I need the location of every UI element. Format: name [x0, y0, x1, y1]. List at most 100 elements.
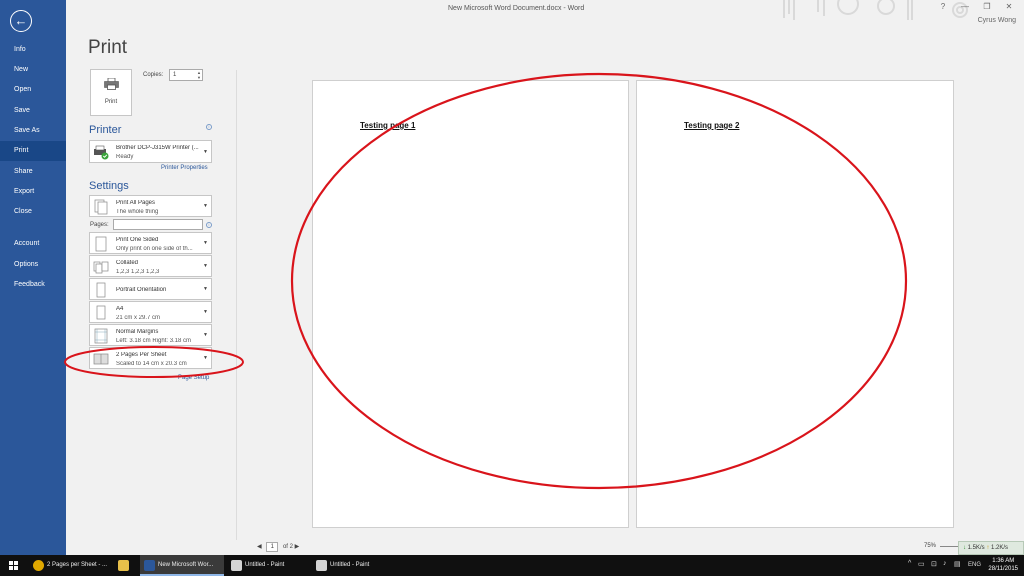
previous-page-icon[interactable]: ◀	[257, 544, 262, 550]
spin-arrows-icon[interactable]: ▲ ▼	[197, 70, 201, 80]
taskbar-item-word[interactable]: New Microsoft Wor...	[140, 555, 224, 576]
nav-item-share[interactable]: Share	[0, 162, 66, 182]
nav-item-export[interactable]: Export	[0, 182, 66, 202]
file-explorer-icon	[118, 560, 129, 571]
battery-icon[interactable]: ▭	[918, 560, 925, 568]
back-arrow-icon[interactable]: ←	[10, 10, 32, 32]
info-icon[interactable]: i	[206, 222, 212, 228]
print-range-select[interactable]: Print All Pages The whole thing ▼	[89, 195, 212, 217]
print-range-label: Print All Pages	[116, 200, 156, 206]
copies-stepper[interactable]: 1 ▲ ▼	[169, 69, 203, 81]
taskbar-item-label: Untitled - Paint	[330, 562, 370, 568]
window-title: New Microsoft Word Document.docx - Word	[448, 5, 585, 12]
clock-date: 28/11/2015	[988, 566, 1018, 572]
pages-per-sheet-select[interactable]: 2 Pages Per Sheet Scaled to 14 cm x 20.3…	[89, 347, 212, 369]
pages-label: Pages:	[90, 222, 109, 228]
input-language[interactable]: ENG	[968, 562, 981, 568]
volume-icon[interactable]: ♪	[943, 560, 947, 567]
printer-select[interactable]: Brother DCP-J315W Printer (... Ready ▼	[89, 140, 212, 163]
close-icon[interactable]: ✕	[998, 2, 1020, 11]
taskbar-item-label: 2 Pages per Sheet - ...	[47, 562, 108, 568]
account-name[interactable]: Cyrus Wong	[978, 17, 1016, 24]
printer-section-title: Printer	[89, 124, 122, 136]
download-arrow-icon: ↓	[963, 545, 966, 551]
minimize-icon[interactable]: —	[954, 2, 976, 11]
page-setup-link[interactable]: Page Setup	[178, 375, 209, 381]
chrome-icon	[33, 560, 44, 571]
printer-ready-icon	[94, 145, 109, 160]
nav-item-open[interactable]: Open	[0, 80, 66, 100]
download-speed: 1.5K/s	[967, 545, 985, 551]
print-button[interactable]: Print	[90, 69, 132, 116]
restore-icon[interactable]: ❐	[976, 2, 998, 11]
nav-item-options[interactable]: Options	[0, 255, 66, 275]
panel-divider	[236, 70, 237, 540]
chevron-down-icon: ▼	[203, 332, 208, 338]
copies-value: 1	[173, 72, 177, 78]
preview-page-2: Testing page 2	[636, 80, 954, 528]
zoom-slider[interactable]	[940, 546, 960, 547]
settings-section-title: Settings	[89, 180, 129, 192]
chevron-down-icon: ▼	[203, 240, 208, 246]
collation-label: Collated	[116, 260, 139, 266]
current-page-input[interactable]: 1	[266, 542, 279, 552]
taskbar-clock[interactable]: 1:36 AM 28/11/2015	[988, 557, 1018, 573]
windows-start-icon[interactable]	[9, 561, 18, 570]
page-count: of 2	[282, 544, 293, 550]
margins-label: Normal Margins	[116, 329, 159, 335]
taskbar-item-file-explorer[interactable]	[114, 555, 138, 576]
action-center-icon[interactable]: ▤	[954, 560, 961, 568]
taskbar-item-label: Untitled - Paint	[245, 562, 285, 568]
nav-item-save[interactable]: Save	[0, 101, 66, 121]
pages-per-sheet-icon	[93, 353, 109, 365]
chevron-down-icon: ▼	[203, 203, 208, 209]
paper-size-select[interactable]: A4 21 cm x 29.7 cm ▼	[89, 301, 212, 323]
pages-input[interactable]	[113, 219, 203, 230]
nav-item-print[interactable]: Print	[0, 141, 66, 161]
help-icon[interactable]: ?	[932, 2, 954, 11]
info-icon[interactable]: i	[206, 124, 212, 130]
word-icon	[144, 560, 155, 571]
paint-icon	[316, 560, 327, 571]
collation-desc: 1,2,3 1,2,3 1,2,3	[116, 269, 160, 275]
word-print-backstage: ← Info New Open Save Save As Print Share…	[0, 0, 1024, 555]
taskbar-item-paint-2[interactable]: Untitled - Paint	[312, 555, 396, 576]
orientation-select[interactable]: Portrait Orientation ▼	[89, 278, 212, 300]
tray-expand-icon[interactable]: ^	[908, 560, 911, 567]
sides-desc: Only print on one side of th...	[116, 246, 193, 252]
network-icon[interactable]: ⊡	[931, 560, 937, 568]
printer-properties-link[interactable]: Printer Properties	[161, 165, 208, 171]
clock-time: 1:36 AM	[992, 558, 1015, 564]
chevron-down-icon: ▼	[203, 148, 208, 155]
paper-size-desc: 21 cm x 29.7 cm	[116, 315, 161, 321]
print-range-desc: The whole thing	[116, 209, 159, 215]
nav-item-close[interactable]: Close	[0, 202, 66, 222]
taskbar: 2 Pages per Sheet - ... New Microsoft Wo…	[0, 555, 1024, 576]
nav-item-account[interactable]: Account	[0, 234, 66, 254]
chevron-down-icon: ▼	[203, 355, 208, 361]
page-navigator: ◀ 1 of 2 ▶	[257, 542, 299, 552]
margins-select[interactable]: Normal Margins Left: 3.18 cm Right: 3.18…	[89, 324, 212, 346]
sides-label: Print One Sided	[116, 237, 159, 243]
paper-size-icon	[96, 305, 106, 320]
page-2-heading: Testing page 2	[684, 121, 740, 130]
upload-speed: 1.2K/s	[991, 545, 1009, 551]
collation-select[interactable]: Collated 1,2,3 1,2,3 1,2,3 ▼	[89, 255, 212, 277]
nav-item-feedback[interactable]: Feedback	[0, 275, 66, 295]
sides-select[interactable]: Print One Sided Only print on one side o…	[89, 232, 212, 254]
zoom-level[interactable]: 75%	[924, 543, 936, 549]
nav-item-info[interactable]: Info	[0, 40, 66, 60]
nav-item-save-as[interactable]: Save As	[0, 121, 66, 141]
taskbar-item-label: New Microsoft Wor...	[158, 562, 214, 568]
next-page-icon[interactable]: ▶	[295, 544, 300, 550]
printer-name: Brother DCP-J315W Printer (...	[116, 145, 199, 151]
margins-desc: Left: 3.18 cm Right: 3.18 cm	[116, 338, 192, 344]
pages-icon	[94, 199, 108, 215]
taskbar-item-paint-1[interactable]: Untitled - Paint	[227, 555, 311, 576]
printer-status: Ready	[116, 154, 134, 160]
nav-item-new[interactable]: New	[0, 60, 66, 80]
window-controls: ? — ❐ ✕	[932, 2, 1020, 11]
paper-size-label: A4	[116, 306, 124, 312]
upload-arrow-icon: ↑	[986, 545, 990, 551]
margins-icon	[94, 328, 108, 344]
